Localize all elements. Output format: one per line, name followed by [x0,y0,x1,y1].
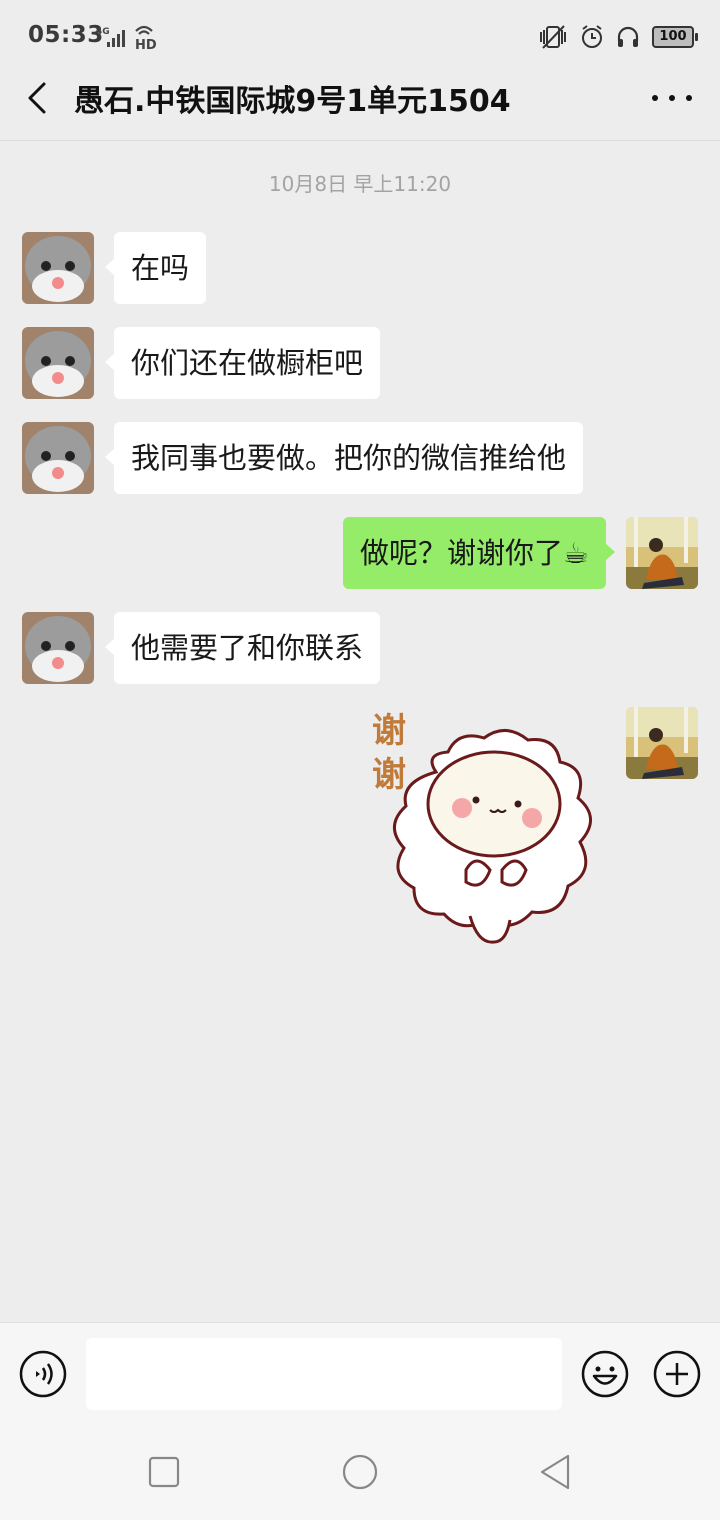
sheep-thanks-sticker[interactable]: 谢 谢 [366,702,606,948]
nav-back-icon[interactable] [536,1454,576,1494]
message-input[interactable] [86,1338,562,1410]
contact-avatar[interactable] [22,422,94,494]
vibrate-mute-icon [540,25,566,49]
more-icon[interactable] [652,80,692,116]
contact-avatar[interactable] [22,232,94,304]
my-avatar[interactable] [626,517,698,589]
fluffy-pet-avatar-icon [22,327,94,399]
status-time: 05:33 [28,22,104,48]
voice-icon[interactable] [18,1349,68,1399]
message-bubble[interactable]: 你们还在做橱柜吧 [104,327,381,399]
status-icons: 100 [538,24,698,50]
fluffy-pet-avatar-icon [22,612,94,684]
contact-avatar[interactable] [22,327,94,399]
sticker-text-1: 谢 [372,711,406,751]
message-bubble[interactable]: 在吗 [104,232,207,304]
network-label: 4G [96,27,110,37]
headphones-icon [617,26,639,47]
my-avatar[interactable] [626,707,698,779]
person-photo-avatar-icon [626,517,698,589]
person-photo-avatar-icon [626,707,698,779]
hd-label: HD [135,38,157,50]
contact-avatar[interactable] [22,612,94,684]
message-bubble[interactable]: 做呢？谢谢你了☕ [343,517,615,589]
emoji-icon[interactable] [580,1349,630,1399]
back-arrow-icon[interactable] [18,78,58,118]
message-bubble[interactable]: 他需要了和你联系 [104,612,381,684]
chat-title: 愚石.中铁国际城9号1单元1504 [74,84,511,119]
chat-header: 愚石.中铁国际城9号1单元1504 [0,58,720,141]
nav-home-icon[interactable] [340,1454,380,1494]
message-timestamp: 10月8日 早上11:20 [268,172,452,196]
plus-icon[interactable] [652,1349,702,1399]
battery-icon: 100 [652,26,698,48]
alarm-icon [582,25,602,48]
network-signal-icon: 4G HD [96,25,157,50]
nav-recent-icon[interactable] [146,1454,182,1490]
sticker-text-2: 谢 [372,755,406,795]
fluffy-pet-avatar-icon [22,422,94,494]
system-nav-bar [0,1424,720,1520]
fluffy-pet-avatar-icon [22,232,94,304]
input-bar [0,1322,720,1425]
message-bubble[interactable]: 我同事也要做。把你的微信推给他 [104,422,584,494]
